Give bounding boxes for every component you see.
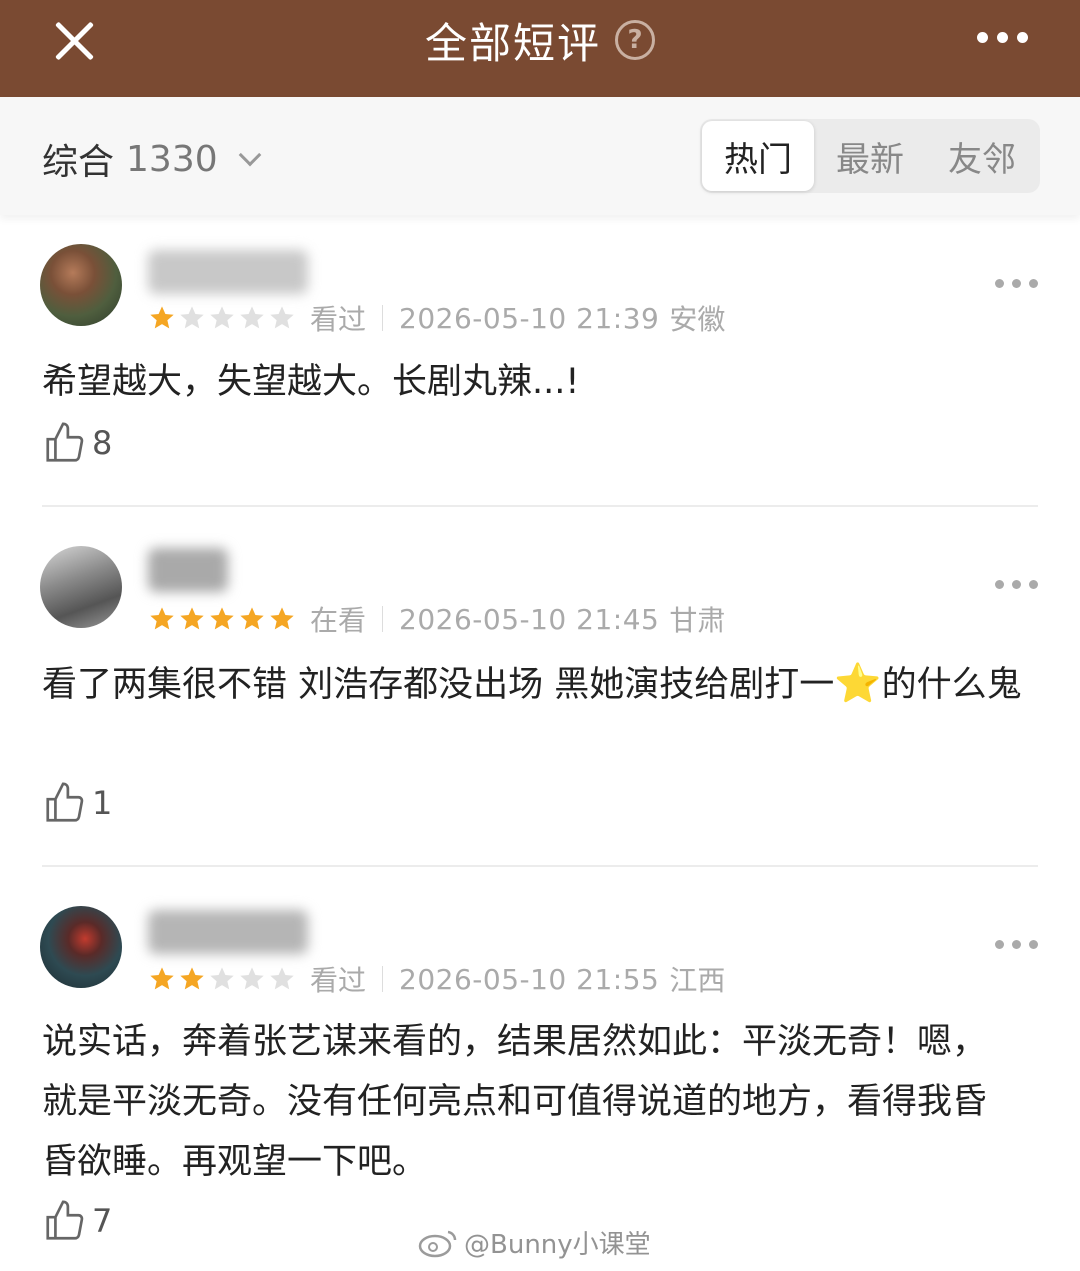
chevron-down-icon [238,143,261,167]
star-empty-icon [240,306,264,329]
like-button[interactable]: 1 [42,780,112,826]
review-count: 1330 [126,138,218,180]
review-meta: 在看 2026-05-10 21:45 甘肃 [148,599,725,639]
avatar[interactable] [40,906,122,988]
like-count: 7 [92,1202,113,1240]
star-empty-icon [210,967,234,990]
top-app-bar: 全部短评 ? [0,0,1080,97]
star-filled-icon [240,607,264,630]
review-meta: 看过 2026-05-10 21:39 安徽 [148,298,725,338]
help-icon[interactable]: ? [615,20,655,60]
star-filled-icon [180,607,204,630]
thumbs-up-icon [46,782,84,822]
title-group: 全部短评 ? [0,0,1080,80]
watermark: @Bunny小课堂 [418,1224,651,1261]
page-title: 全部短评 [424,18,601,68]
watch-status: 看过 [310,964,367,997]
star-filled-icon [150,607,174,630]
like-count: 1 [92,784,113,822]
review-meta: 看过 2026-05-10 21:55 江西 [148,959,725,999]
tab-friends[interactable]: 友邻 [926,121,1038,191]
weibo-logo-icon [418,1230,457,1257]
star-empty-icon [240,967,264,990]
filter-bar: 综合 1330 热门 最新 友邻 [0,97,1080,215]
thumbs-up-icon [46,1200,84,1240]
like-button[interactable]: 7 [42,1198,112,1244]
sort-dropdown[interactable]: 综合 1330 [42,133,261,185]
like-button[interactable]: 8 [42,420,112,466]
star-filled-icon [150,967,174,990]
star-filled-icon [270,607,294,630]
star-empty-icon [180,306,204,329]
sort-tabs: 热门 最新 友邻 [700,119,1040,193]
rating-stars [148,965,296,993]
review-location: 江西 [669,964,726,997]
username-blurred[interactable] [148,250,308,294]
review-date: 2026-05-10 21:55 [399,962,660,996]
avatar[interactable] [40,546,122,628]
divider [42,865,1038,867]
review-text-part: 的什么鬼 [881,665,1022,705]
tab-latest[interactable]: 最新 [814,121,926,191]
star-empty-icon [210,306,234,329]
avatar[interactable] [40,244,122,326]
star-filled-icon [150,306,174,329]
more-horizontal-icon[interactable] [995,279,1038,288]
divider [42,505,1038,507]
rating-stars [148,605,296,633]
star-emoji: ⭐ [834,661,882,705]
sort-label: 综合 [42,142,115,183]
more-horizontal-icon[interactable] [995,580,1038,589]
watch-status: 看过 [310,303,367,336]
review-date: 2026-05-10 21:39 [399,301,660,335]
watch-status: 在看 [310,604,367,637]
star-filled-icon [180,967,204,990]
tab-hot[interactable]: 热门 [702,121,814,191]
review-content: 希望越大，失望越大。长剧丸辣...! [42,362,580,402]
review-content: 看了两集很不错 刘浩存都没出场 黑她演技给剧打一⭐的什么鬼 [42,653,1042,715]
thumbs-up-icon [46,422,84,462]
rating-stars [148,304,296,332]
review-text-part: 看了两集很不错 刘浩存都没出场 黑她演技给剧打一 [42,665,835,705]
review-location: 甘肃 [669,604,726,637]
more-horizontal-icon[interactable] [995,940,1038,949]
review-date: 2026-05-10 21:45 [399,602,660,636]
like-count: 8 [92,424,113,462]
username-blurred[interactable] [148,548,228,592]
watermark-text: @Bunny小课堂 [464,1230,651,1260]
star-filled-icon [210,607,234,630]
review-content: 说实话，奔着张艺谋来看的，结果居然如此：平淡无奇！嗯，就是平淡无奇。没有任何亮点… [42,1022,988,1182]
review-location: 安徽 [669,303,726,336]
star-empty-icon [270,967,294,990]
username-blurred[interactable] [148,910,308,954]
more-horizontal-icon[interactable] [977,32,1028,43]
star-empty-icon [270,306,294,329]
